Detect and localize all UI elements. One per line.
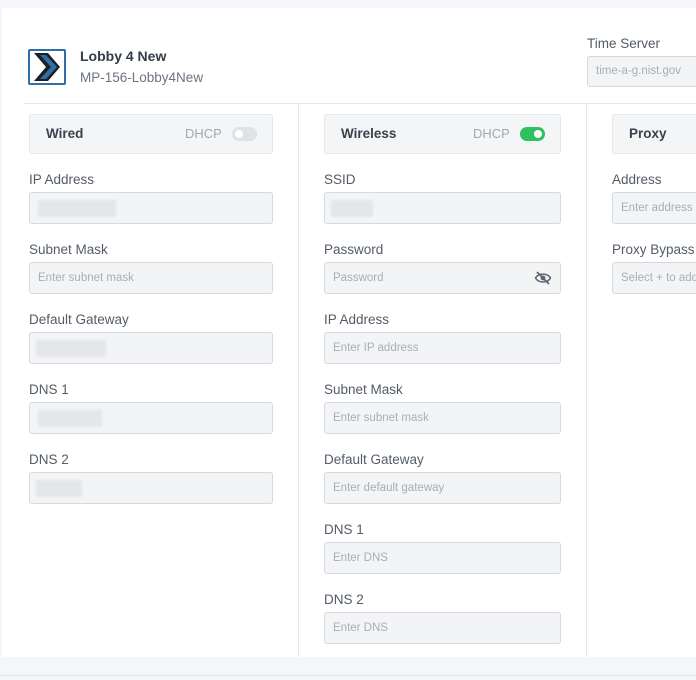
proxy-section-header: Proxy xyxy=(612,114,696,154)
wired-ip-input[interactable] xyxy=(29,192,273,224)
wired-subnet-input[interactable]: Enter subnet mask xyxy=(29,262,273,294)
footer-area xyxy=(0,657,696,680)
wired-gateway-label: Default Gateway xyxy=(29,312,129,327)
wireless-ssid-label: SSID xyxy=(324,172,356,187)
wired-title: Wired xyxy=(46,126,84,141)
wireless-subnet-input[interactable]: Enter subnet mask xyxy=(324,402,561,434)
device-logo-icon xyxy=(28,49,66,85)
wireless-gateway-input[interactable]: Enter default gateway xyxy=(324,472,561,504)
wireless-dhcp-toggle[interactable] xyxy=(520,127,545,141)
wireless-ssid-input[interactable] xyxy=(324,192,561,224)
column-divider-1 xyxy=(298,104,299,657)
time-server-input[interactable]: time-a-g.nist.gov xyxy=(587,56,696,87)
time-server-label: Time Server xyxy=(587,36,661,51)
proxy-title: Proxy xyxy=(629,126,667,141)
wireless-dns1-input[interactable]: Enter DNS xyxy=(324,542,561,574)
wireless-dns1-label: DNS 1 xyxy=(324,522,364,537)
wired-dns2-label: DNS 2 xyxy=(29,452,69,467)
wired-dhcp-label: DHCP xyxy=(185,126,222,141)
wireless-dns2-label: DNS 2 xyxy=(324,592,364,607)
wired-ip-label: IP Address xyxy=(29,172,95,187)
header-divider xyxy=(24,103,696,104)
column-divider-2 xyxy=(586,104,587,657)
wireless-title: Wireless xyxy=(341,126,397,141)
wireless-ip-label: IP Address xyxy=(324,312,390,327)
wireless-password-label: Password xyxy=(324,242,384,257)
wireless-gateway-label: Default Gateway xyxy=(324,452,424,467)
footer-divider xyxy=(0,675,696,676)
device-id: MP-156-Lobby4New xyxy=(80,70,204,85)
proxy-address-input[interactable]: Enter address xyxy=(612,192,696,224)
wired-dns1-label: DNS 1 xyxy=(29,382,69,397)
wireless-password-placeholder: Password xyxy=(333,272,384,284)
wireless-dhcp-label: DHCP xyxy=(473,126,510,141)
wired-section-header: Wired DHCP xyxy=(29,114,273,154)
wireless-password-input[interactable]: Password xyxy=(324,262,561,294)
wireless-dns2-input[interactable]: Enter DNS xyxy=(324,612,561,644)
wireless-section-header: Wireless DHCP xyxy=(324,114,561,154)
network-settings-panel: Lobby 4 New MP-156-Lobby4New Time Server… xyxy=(2,8,696,657)
wireless-subnet-label: Subnet Mask xyxy=(324,382,403,397)
wired-subnet-label: Subnet Mask xyxy=(29,242,108,257)
proxy-bypass-label: Proxy Bypass xyxy=(612,242,695,257)
wireless-ip-input[interactable]: Enter IP address xyxy=(324,332,561,364)
wired-dhcp-toggle[interactable] xyxy=(232,127,257,141)
wired-gateway-input[interactable] xyxy=(29,332,273,364)
proxy-bypass-input[interactable]: Select + to add xyxy=(612,262,696,294)
proxy-address-label: Address xyxy=(612,172,662,187)
eye-slash-icon[interactable] xyxy=(534,270,552,286)
wired-dns1-input[interactable] xyxy=(29,402,273,434)
device-name: Lobby 4 New xyxy=(80,48,167,64)
wired-dns2-input[interactable] xyxy=(29,472,273,504)
